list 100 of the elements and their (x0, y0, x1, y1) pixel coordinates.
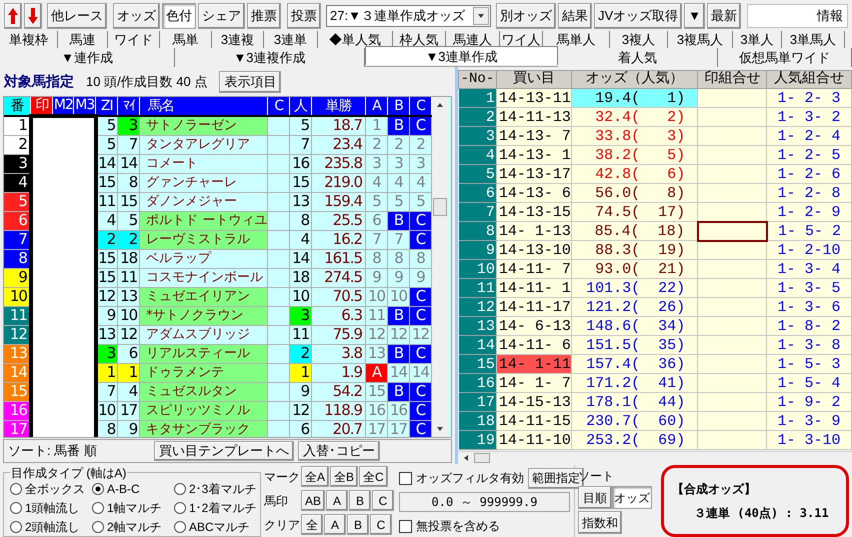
mark-button[interactable]: A (324, 514, 346, 535)
radio-selected-icon[interactable] (92, 482, 104, 494)
toolbar-button[interactable]: 投票 (287, 2, 321, 28)
checkbox[interactable] (399, 472, 412, 484)
radio-label: A-B-C (107, 480, 140, 498)
create-tab[interactable]: ▼3連単作成 (365, 46, 558, 65)
horse-name: ダノンメジャー (140, 192, 268, 211)
column-header[interactable]: C (268, 97, 290, 116)
horse-name: アダムスブリッジ (140, 325, 268, 344)
radio-icon[interactable] (174, 502, 186, 514)
table-cell: 14-11- 7 (496, 260, 572, 278)
race-dropdown[interactable]: 27:▼３連単作成オッズ (326, 4, 491, 26)
odds-text: 42.8( 6) (595, 166, 686, 182)
scroll-thumb[interactable] (474, 452, 490, 462)
column-header[interactable]: 単勝 (312, 97, 366, 116)
radio-icon[interactable] (10, 502, 22, 514)
column-header[interactable]: 買い目 (496, 70, 572, 88)
table-cell: 10 (366, 287, 388, 306)
table-cell: 5 (118, 211, 140, 230)
action-button[interactable]: 入替･コピー (298, 441, 380, 461)
table-cell: C (409, 116, 432, 135)
table-cell: 5 (366, 192, 388, 211)
column-header[interactable]: ﾏｲ (118, 97, 140, 116)
column-header[interactable]: 馬名 (140, 97, 268, 116)
table-cell: 3 (290, 306, 312, 325)
toolbar-button[interactable]: 色付 (162, 2, 196, 28)
create-tab[interactable]: 仮想馬単ワイド (718, 48, 852, 67)
mark-button[interactable]: C (372, 490, 394, 511)
sort-button[interactable]: オッズ (612, 486, 652, 509)
table-cell: C (409, 401, 432, 420)
toolbar-button[interactable]: 別オッズ (496, 2, 556, 28)
column-header[interactable]: ZI (96, 97, 118, 116)
mark-button[interactable]: A (326, 490, 348, 511)
mark-button[interactable]: B (347, 514, 369, 535)
create-tab[interactable]: ▼連作成 (0, 48, 175, 67)
scroll-thumb[interactable] (433, 198, 447, 216)
mark-button[interactable]: 全A (301, 466, 330, 487)
sort-button[interactable]: 指数和 (578, 511, 622, 534)
radio-icon[interactable] (92, 520, 104, 532)
radio-icon[interactable] (10, 520, 22, 532)
mark-button[interactable]: 全B (330, 466, 358, 487)
toolbar-button[interactable]: ▼ (684, 2, 706, 28)
mark-button[interactable]: B (349, 490, 372, 511)
row-number: 10 (458, 260, 496, 278)
mark-button[interactable]: 全C (359, 466, 388, 487)
toolbar-button[interactable]: 推票 (247, 2, 281, 28)
table-cell: 14 (388, 363, 410, 382)
horse-name: キタサンブラック (140, 420, 268, 437)
up-button[interactable] (4, 2, 22, 28)
column-header[interactable]: オッズ（人気） (571, 70, 698, 88)
toolbar-button[interactable]: シェア (198, 2, 245, 28)
mark-button[interactable]: 全 (301, 514, 323, 535)
toolbar-button[interactable]: 最新 (707, 2, 742, 28)
radio-label: 1頭軸流し (25, 500, 80, 516)
column-header[interactable]: 番 (4, 97, 31, 116)
radio-icon[interactable] (92, 502, 104, 514)
table-cell: 2 (409, 135, 432, 154)
radio-icon[interactable] (10, 482, 22, 494)
horse-name: ベルラップ (140, 249, 268, 268)
radio-label: 2頭軸流し (25, 518, 80, 536)
focused-cell[interactable] (698, 222, 767, 240)
mark-box[interactable] (30, 116, 96, 437)
sort-button[interactable]: 目順 (578, 486, 612, 509)
column-header[interactable]: B (388, 97, 410, 116)
table-cell: 1 (366, 116, 388, 135)
horse-name: コスモナインボール (140, 268, 268, 287)
column-header[interactable]: -No- (458, 70, 496, 88)
radio-icon[interactable] (174, 482, 186, 494)
display-items-button[interactable]: 表示項目 (219, 70, 282, 92)
column-header[interactable]: 人 (290, 97, 312, 116)
combined-odds-title: 【合成オッズ】 (672, 481, 757, 498)
range-field[interactable]: 0.0 ～ 999999.9 (399, 492, 570, 512)
column-header[interactable]: A (366, 97, 388, 116)
toolbar-button[interactable]: 他レース (47, 2, 107, 28)
checkbox[interactable] (399, 520, 412, 532)
column-header[interactable]: C (409, 97, 432, 116)
create-tab[interactable]: 着人気 (558, 48, 718, 67)
odds-text: 171.2( 41) (586, 374, 686, 392)
radio-icon[interactable] (174, 520, 186, 532)
scrollbar[interactable] (432, 97, 448, 437)
column-header[interactable]: 人気組合せ (766, 70, 852, 88)
radio-label: 1･2着マルチ (189, 500, 256, 516)
table-cell: 5 (290, 116, 312, 135)
row-number: 6 (458, 184, 496, 202)
scrollbar[interactable] (458, 451, 852, 463)
table-cell: 2 (366, 135, 388, 154)
toolbar-button[interactable]: 結果 (558, 2, 592, 28)
table-cell: 15 (366, 382, 388, 401)
mark-button[interactable]: C (370, 514, 392, 535)
row-number: 11 (458, 278, 496, 298)
table-cell: 13 (290, 192, 312, 211)
toolbar-button[interactable]: オッズ (113, 2, 160, 28)
horse-name: タンタアレグリア (140, 135, 268, 154)
action-button[interactable]: 買い目テンプレートへ (154, 441, 294, 461)
down-button[interactable] (24, 2, 42, 28)
row-number: 3 (458, 126, 496, 146)
mark-button[interactable]: AB (301, 490, 326, 511)
toolbar-button[interactable]: JVオッズ取得 (594, 2, 682, 28)
table-cell: C (409, 344, 432, 363)
create-tab[interactable]: ▼3連複作成 (175, 48, 365, 67)
